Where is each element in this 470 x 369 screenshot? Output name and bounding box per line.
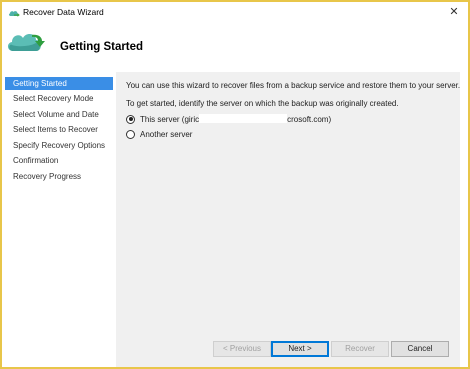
wizard-step-list: Getting Started Select Recovery Mode Sel… [2,72,116,367]
nav-step-select-items-to-recover[interactable]: Select Items to Recover [5,123,113,136]
cloud-app-icon [9,11,20,17]
recover-button[interactable]: Recover [331,341,389,357]
nav-step-recovery-progress[interactable]: Recovery Progress [5,170,113,183]
nav-step-getting-started[interactable]: Getting Started [5,77,113,90]
previous-button[interactable]: < Previous [213,341,271,357]
another-server-label: Another server [140,129,193,139]
nav-step-select-recovery-mode[interactable]: Select Recovery Mode [5,92,113,105]
nav-step-confirmation[interactable]: Confirmation [5,154,113,167]
close-icon: ✕ [449,6,459,18]
this-server-radio[interactable] [126,114,135,124]
wizard-header: Getting Started [2,22,468,72]
instruction-text: To get started, identify the server on w… [126,99,399,108]
this-server-option[interactable]: This server (giric crosoft.com) [126,113,331,125]
cancel-button[interactable]: Cancel [391,341,449,357]
nav-step-select-volume-and-date[interactable]: Select Volume and Date [5,108,113,121]
window-title: Recover Data Wizard [23,7,104,17]
next-button[interactable]: Next > [271,341,329,357]
another-server-option[interactable]: Another server [126,128,192,140]
cloud-arrow-icon [7,34,45,51]
redacted-region [199,113,288,123]
title-bar: Recover Data Wizard ✕ [2,2,468,22]
page-title: Getting Started [60,41,144,53]
intro-text: You can use this wizard to recover files… [126,81,461,90]
nav-step-specify-recovery-options[interactable]: Specify Recovery Options [5,139,113,152]
recover-data-wizard-window: Recover Data Wizard ✕ Getting Started Ge… [0,0,470,369]
wizard-content: You can use this wizard to recover files… [116,72,460,367]
this-server-label: This server (giric crosoft.com) [140,113,332,124]
close-button[interactable]: ✕ [444,3,464,21]
another-server-radio[interactable] [126,129,135,139]
